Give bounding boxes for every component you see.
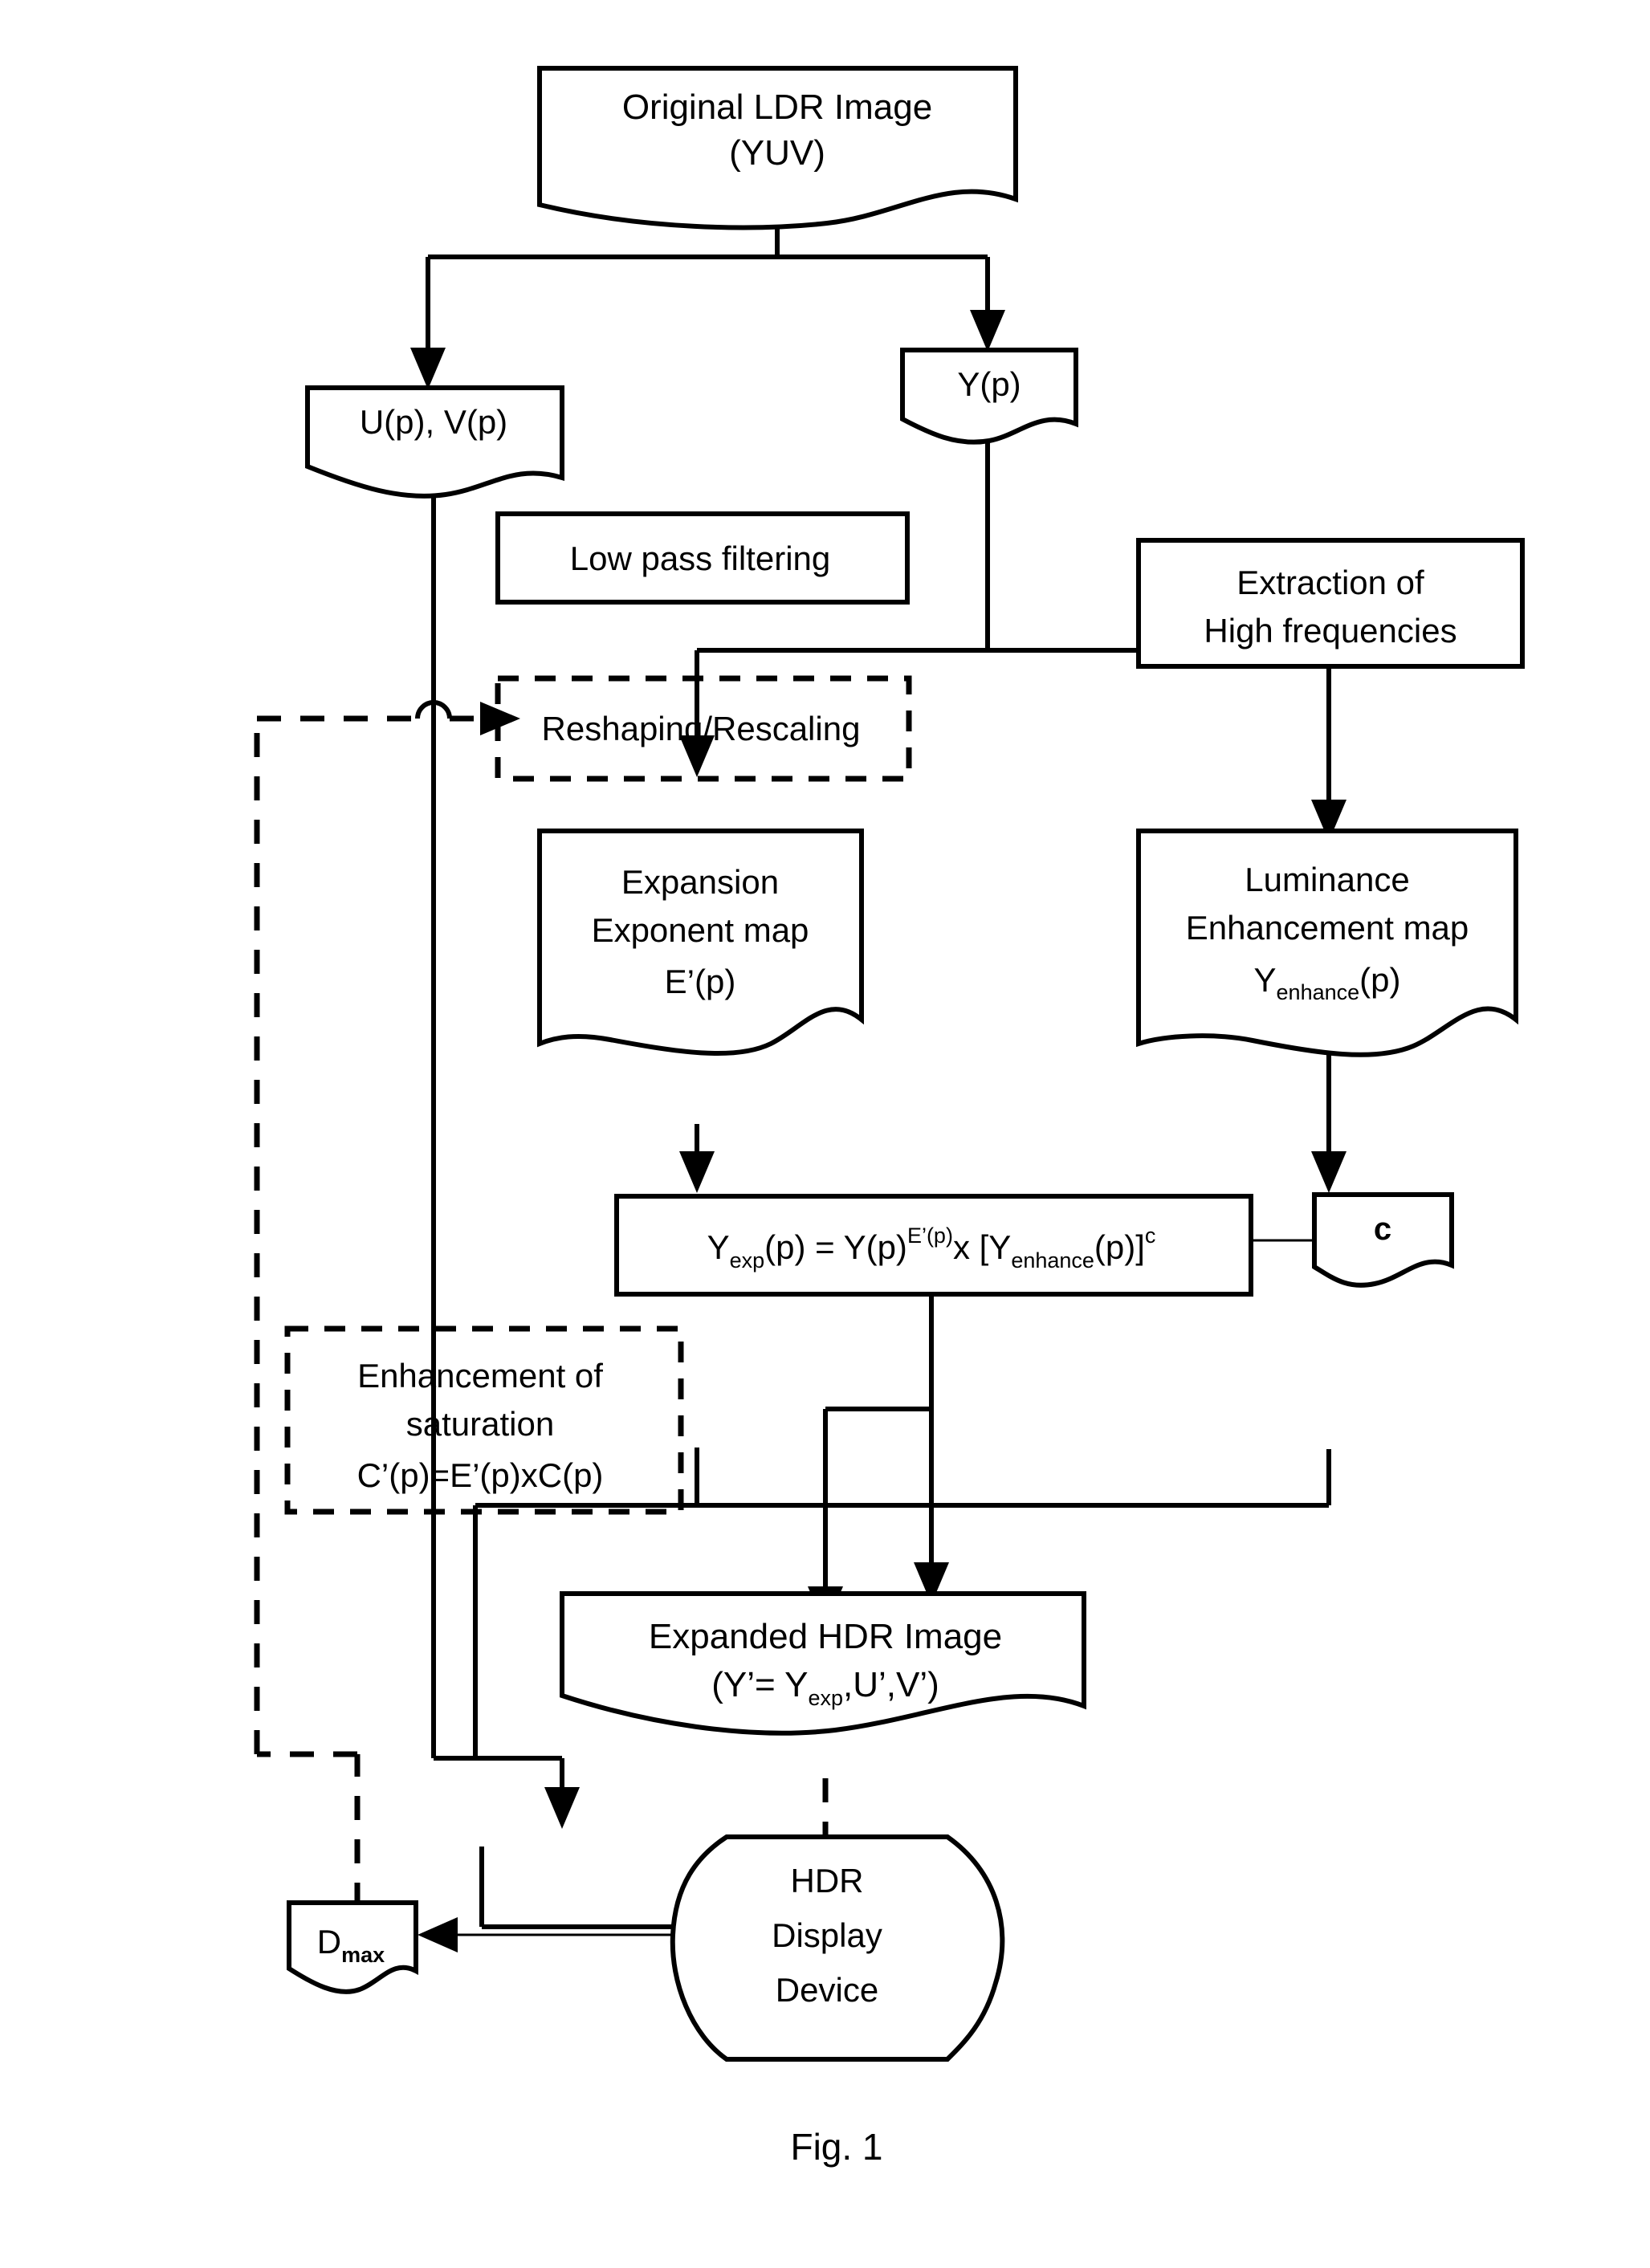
label-expansion-line2: Exponent map [592,911,809,949]
edge-main-spine [808,1295,934,1628]
expanded-hdr-part-a: (Y’= Y [711,1665,808,1704]
formula-part1: Y [707,1228,730,1266]
label-c-param: c [1374,1211,1391,1247]
label-saturation-line2: saturation [406,1405,554,1443]
formula-part2: (p) = Y(p) [764,1228,907,1266]
edge-reshaping-to-expansion [679,1124,715,1193]
edge-dmax-feedback [254,700,520,1907]
label-y: Y(p) [957,365,1021,403]
figure-root: Original LDR Image (YUV) U(p), V(p) Y(p)… [0,0,1650,2268]
edge-maps-merge-to-formula [475,1448,1331,1604]
edge-display-to-dmax [418,1917,691,1952]
label-reshaping-rescaling: Reshaping/Rescaling [542,710,861,747]
label-expanded-hdr-line1: Expanded HDR Image [649,1617,1002,1656]
label-hdr-display-line3: Device [776,1971,878,2009]
expanded-hdr-part-b: ,U’,V’) [843,1665,939,1704]
expanded-hdr-sub: exp [808,1686,843,1710]
label-saturation-line1: Enhancement of [357,1357,603,1395]
figure-caption: Fig. 1 [790,2126,882,2168]
label-uv: U(p), V(p) [360,403,507,441]
label-original-ldr-line2: (YUV) [729,133,825,173]
label-luminance-y: Y [1254,961,1277,999]
label-hdr-display-line1: HDR [791,1862,864,1900]
label-expansion-line1: Expansion [621,863,779,901]
label-luminance-line1: Luminance [1245,861,1409,898]
formula-sup2: c [1145,1224,1156,1248]
label-low-pass-filtering: Low pass filtering [570,540,831,577]
flowchart-svg: Original LDR Image (YUV) U(p), V(p) Y(p)… [254,66,1525,2168]
label-luminance-subscript: enhance [1277,980,1360,1004]
label-original-ldr-line1: Original LDR Image [622,88,932,127]
formula-sub1: exp [730,1248,765,1272]
label-extraction-line1: Extraction of [1236,564,1424,601]
dmax-base: D [317,1923,341,1961]
label-hdr-display-line2: Display [772,1916,882,1954]
formula-part4: (p)] [1094,1228,1145,1266]
formula-part3: x [Y [953,1228,1011,1266]
label-expansion-line3: E’(p) [665,963,736,1000]
label-luminance-tail: (p) [1359,961,1400,999]
label-extraction-line2: High frequencies [1204,612,1456,649]
label-saturation-line3: C’(p)=E’(p)xC(p) [357,1456,604,1494]
label-luminance-line2: Enhancement map [1186,909,1469,947]
formula-sup1: E’(p) [907,1224,953,1248]
dmax-subscript: max [341,1943,385,1967]
node-expanded-hdr-image [560,1591,1086,1736]
formula-sub2: enhance [1011,1248,1094,1272]
